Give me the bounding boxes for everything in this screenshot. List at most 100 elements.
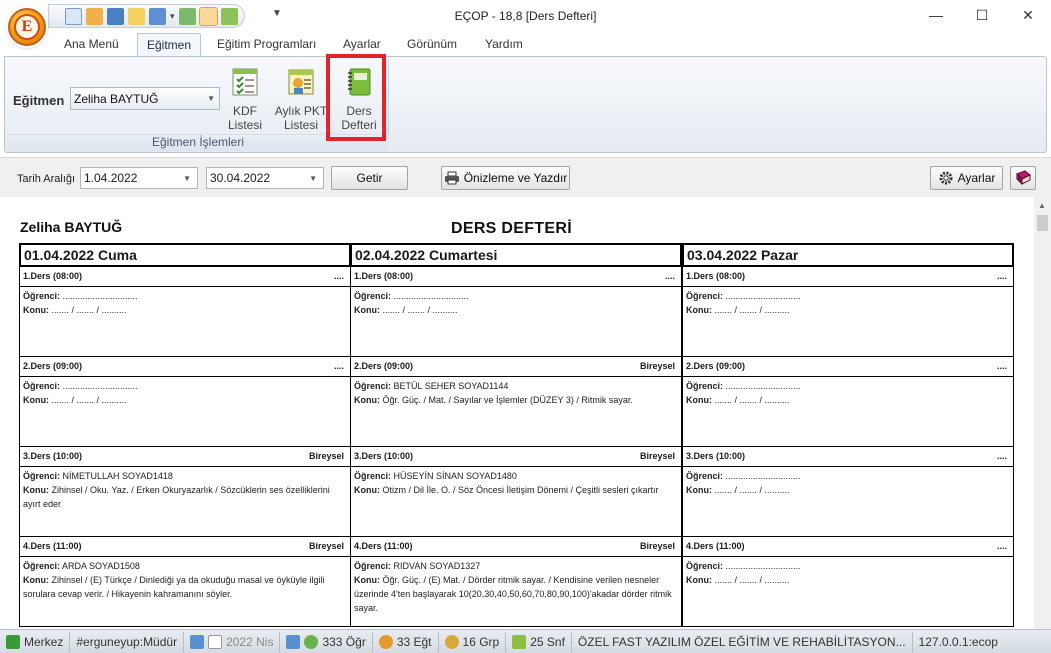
egitmen-label: Eğitmen <box>13 93 65 108</box>
day-column: 01.04.2022 Cuma 1.Ders (08:00).... Öğrenci… <box>19 243 351 627</box>
close-button[interactable]: ✕ <box>1005 0 1051 30</box>
lesson-header: 3.Ders (10:00).... <box>683 447 1013 467</box>
lesson-body: Öğrenci: .............................. K… <box>683 287 1013 317</box>
window-title: EÇOP - 18,8 [Ders Defteri] <box>454 9 597 23</box>
classroom-icon <box>512 634 527 649</box>
lesson-topic-row: Konu: ....... / ....... / .......... <box>686 303 1010 317</box>
lesson-cell: 3.Ders (10:00).... Öğrenci: .............… <box>682 447 1014 537</box>
lesson-student: BETÜL SEHER SOYAD1144 <box>391 381 509 391</box>
tab-ayarlar[interactable]: Ayarlar <box>337 37 387 51</box>
preview-print-label: Önizleme ve Yazdır <box>463 171 568 185</box>
report-preview: Zeliha BAYTUĞ DERS DEFTERİ 01.04.2022 Cu… <box>0 197 1034 629</box>
status-snf-text: 25 Snf <box>530 634 565 649</box>
lesson-body: Öğrenci: .............................. K… <box>351 287 681 317</box>
konu-label: Konu: <box>23 305 49 315</box>
lesson-topic: ....... / ....... / .......... <box>712 485 790 495</box>
tab-gorunum[interactable]: Görünüm <box>401 37 463 51</box>
lesson-topic-row: Konu: Zihinsel / Oku. Yaz. / Erken Okury… <box>23 483 347 511</box>
end-date-picker[interactable]: 30.04.2022 ▼ <box>206 167 324 189</box>
day-header: 02.04.2022 Cumartesi <box>350 243 682 267</box>
konu-label: Konu: <box>23 395 49 405</box>
app-menu-button[interactable]: E <box>8 8 46 46</box>
ayarlar-button[interactable]: Ayarlar <box>930 166 1003 190</box>
lesson-student-row: Öğrenci: .............................. <box>23 379 347 393</box>
lesson-title: 1.Ders (08:00) <box>686 271 746 281</box>
ogrenci-label: Öğrenci: <box>686 291 724 301</box>
lesson-cell: 1.Ders (08:00).... Öğrenci: .............… <box>682 267 1014 357</box>
lesson-header: 4.Ders (11:00) Bireysel <box>20 537 350 557</box>
konu-label: Konu: <box>686 395 712 405</box>
lesson-student: .............................. <box>723 471 801 481</box>
lesson-type: Bireysel <box>639 451 675 461</box>
egitmen-dropdown[interactable]: Zeliha BAYTUĞ ▼ <box>70 87 220 110</box>
lesson-type: .... <box>996 361 1007 371</box>
highlight-frame <box>326 54 386 141</box>
lesson-topic-row: Konu: Otizm / Dil İle. O. / Söz Öncesi İ… <box>354 483 678 497</box>
lesson-type: .... <box>996 451 1007 461</box>
printer-icon <box>444 171 459 185</box>
scroll-up-icon[interactable]: ▲ <box>1038 201 1046 210</box>
help-book-button[interactable] <box>1010 166 1036 190</box>
getir-label: Getir <box>356 171 383 185</box>
lesson-title: 4.Ders (11:00) <box>23 541 82 551</box>
lesson-type: Bireysel <box>308 451 344 461</box>
book-icon <box>1016 170 1031 186</box>
status-branch-text: Merkez <box>24 634 64 649</box>
lesson-student-row: Öğrenci: .............................. <box>686 469 1010 483</box>
status-egt: 33 Eğt <box>373 631 439 652</box>
lesson-student: .............................. <box>723 291 801 301</box>
lesson-topic: ....... / ....... / .......... <box>49 305 127 315</box>
lesson-topic: Zihinsel / (E) Türkçe / Dinlediği ya da … <box>23 575 325 599</box>
lesson-header: 1.Ders (08:00).... <box>683 267 1013 287</box>
lesson-topic-row: Konu: ....... / ....... / .......... <box>354 303 678 317</box>
day-header: 03.04.2022 Pazar <box>682 243 1014 267</box>
teacher-icon <box>378 634 393 649</box>
lesson-student-row: Öğrenci: BETÜL SEHER SOYAD1144 <box>354 379 678 393</box>
ogrenci-label: Öğrenci: <box>354 291 392 301</box>
status-grp-text: 16 Grp <box>462 634 500 649</box>
ogrenci-label: Öğrenci: <box>354 561 392 571</box>
tab-egitmen[interactable]: Eğitmen <box>137 33 202 57</box>
lesson-topic-row: Konu: ....... / ....... / .......... <box>23 393 347 407</box>
ogrenci-label: Öğrenci: <box>686 561 724 571</box>
tab-ana-menu[interactable]: Ana Menü <box>58 37 125 51</box>
lesson-topic-row: Konu: ....... / ....... / .......... <box>686 393 1010 407</box>
lesson-cell: 3.Ders (10:00) Bireysel Öğrenci: HÜSEYİN S… <box>350 447 682 537</box>
status-org-text: ÖZEL FAST YAZILIM ÖZEL EĞİTİM VE REHABİL… <box>577 634 906 649</box>
preview-print-button[interactable]: Önizleme ve Yazdır <box>441 166 570 190</box>
konu-label: Konu: <box>354 485 380 495</box>
lesson-body: Öğrenci: ARDA SOYAD1508 Konu: Zihinsel / … <box>20 557 350 601</box>
minimize-button[interactable]: — <box>913 0 959 30</box>
lesson-type: .... <box>996 271 1007 281</box>
lesson-title: 1.Ders (08:00) <box>354 271 414 281</box>
maximize-button[interactable]: ☐ <box>959 0 1005 30</box>
aylik-pkt-listesi-button[interactable]: Aylık PKT Listesi <box>273 65 329 135</box>
lesson-title: 4.Ders (11:00) <box>686 541 745 551</box>
tab-yardim[interactable]: Yardım <box>479 37 529 51</box>
day-column: 02.04.2022 Cumartesi 1.Ders (08:00).... Öğ… <box>350 243 682 627</box>
lesson-header: 4.Ders (11:00) Bireysel <box>351 537 681 557</box>
filter-bar: Tarih Aralığı 1.04.2022 ▼ 30.04.2022 ▼ G… <box>0 157 1051 197</box>
lesson-type: Bireysel <box>308 541 344 551</box>
lesson-body: Öğrenci: .............................. K… <box>683 557 1013 587</box>
kdf-listesi-button[interactable]: KDF Listesi <box>224 65 266 135</box>
lesson-type: Bireysel <box>639 361 675 371</box>
lesson-topic: ....... / ....... / .......... <box>712 305 790 315</box>
tab-egitim-programlari[interactable]: Eğitim Programları <box>211 37 322 51</box>
report-teacher-name: Zeliha BAYTUĞ <box>20 219 123 235</box>
scrollbar-thumb[interactable] <box>1037 215 1048 231</box>
lesson-cell: 4.Ders (11:00).... Öğrenci: .............… <box>682 537 1014 627</box>
lesson-header: 3.Ders (10:00) Bireysel <box>20 447 350 467</box>
vertical-scrollbar[interactable]: ▲ <box>1034 197 1051 629</box>
lesson-topic: ....... / ....... / .......... <box>712 575 790 585</box>
lesson-body: Öğrenci: BETÜL SEHER SOYAD1144 Konu: Öğr.… <box>351 377 681 407</box>
status-bar: Merkez #erguneyup:Müdür 2022 Nis 333 Öğr… <box>0 629 1051 653</box>
start-date-value: 1.04.2022 <box>84 171 138 185</box>
lesson-body: Öğrenci: .............................. K… <box>683 377 1013 407</box>
konu-label: Konu: <box>23 575 49 585</box>
lesson-topic-row: Konu: ....... / ....... / .......... <box>23 303 347 317</box>
lesson-topic: ....... / ....... / .......... <box>712 395 790 405</box>
getir-button[interactable]: Getir <box>331 166 408 190</box>
lesson-type: .... <box>333 361 344 371</box>
start-date-picker[interactable]: 1.04.2022 ▼ <box>80 167 198 189</box>
